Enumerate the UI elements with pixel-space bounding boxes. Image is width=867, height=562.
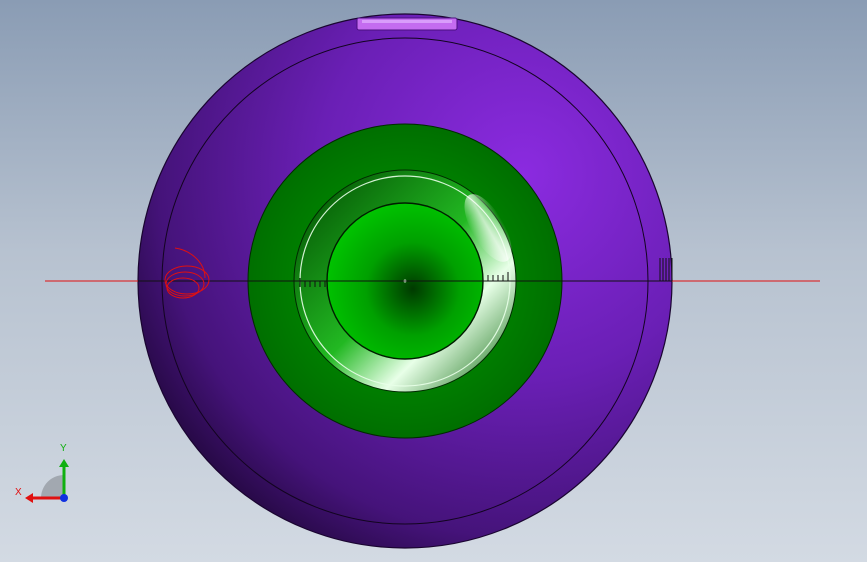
triad-y-label: Y <box>60 443 67 454</box>
triad-z-axis <box>60 494 68 502</box>
triad-x-label: X <box>15 487 22 498</box>
model-scene[interactable] <box>0 0 867 562</box>
triad-plane-quadrant <box>41 475 64 498</box>
triad-y-arrow <box>59 459 69 467</box>
top-highlight-tab[interactable] <box>356 17 458 31</box>
top-highlight-tab-shine <box>362 20 452 23</box>
triad-x-arrow <box>25 493 33 503</box>
3d-viewport[interactable]: X Y <box>0 0 867 562</box>
axis-triad[interactable]: X Y <box>14 440 74 510</box>
